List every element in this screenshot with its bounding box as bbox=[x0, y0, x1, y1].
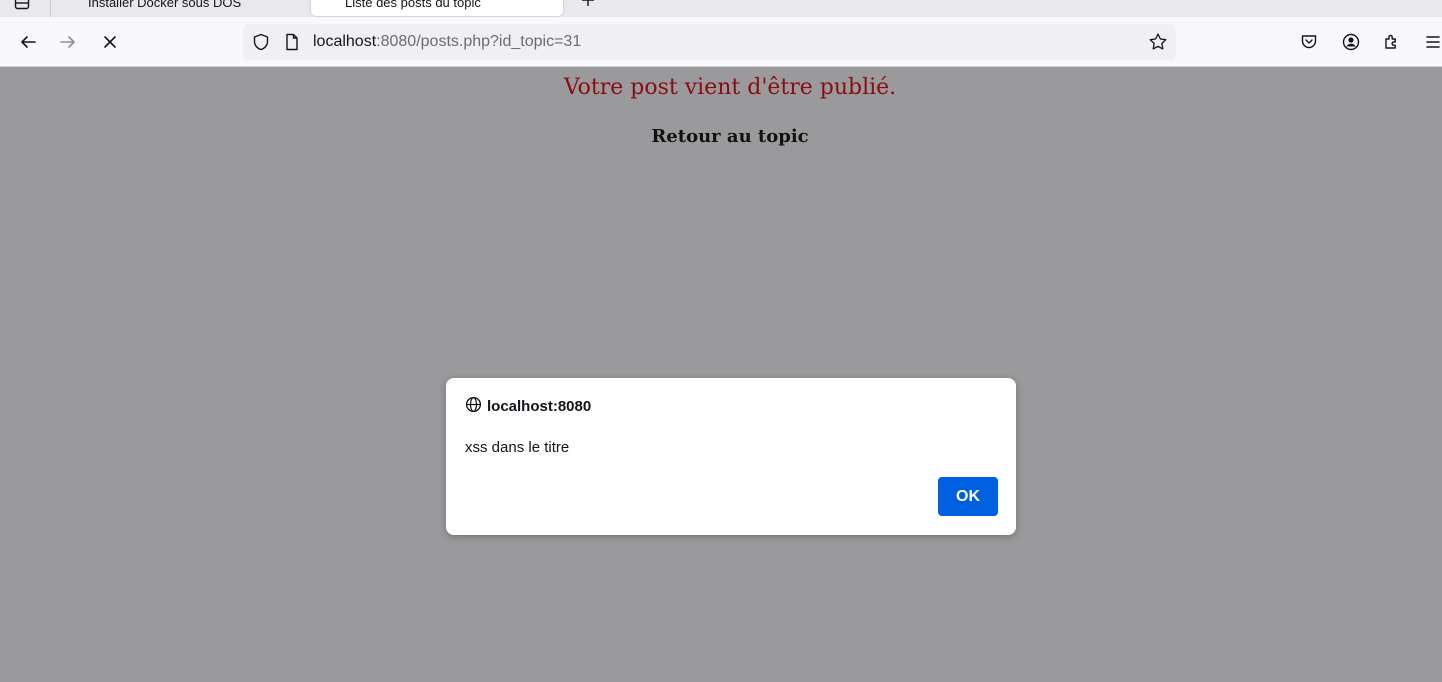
dialog-header: localhost:8080 bbox=[465, 396, 591, 416]
navigation-toolbar: localhost:8080/posts.php?id_topic=31 bbox=[0, 17, 1442, 67]
tab-title: Installer Docker sous DOS bbox=[88, 0, 242, 10]
address-bar[interactable]: localhost:8080/posts.php?id_topic=31 bbox=[243, 24, 1176, 60]
new-tab-icon[interactable] bbox=[578, 0, 598, 10]
page-content: Votre post vient d'être publié. Retour a… bbox=[0, 67, 1442, 682]
app-menu-hamburger-icon[interactable] bbox=[1422, 31, 1442, 53]
url-host: localhost bbox=[313, 33, 377, 50]
ok-button[interactable]: OK bbox=[938, 477, 998, 516]
back-to-topic-link[interactable]: Retour au topic bbox=[651, 126, 808, 147]
tab-strip: Installer Docker sous DOS Liste des post… bbox=[0, 0, 1442, 17]
url-text[interactable]: localhost:8080/posts.php?id_topic=31 bbox=[313, 24, 581, 60]
tab-separator bbox=[50, 0, 51, 17]
url-path: :8080/posts.php?id_topic=31 bbox=[376, 33, 582, 50]
account-icon[interactable] bbox=[1340, 31, 1362, 53]
back-to-topic-container: Retour au topic bbox=[0, 126, 1442, 147]
dialog-origin: localhost:8080 bbox=[487, 397, 592, 415]
tab-title: Liste des posts du topic bbox=[345, 0, 481, 10]
globe-icon bbox=[465, 396, 482, 417]
back-arrow-icon[interactable] bbox=[16, 30, 40, 54]
pocket-icon[interactable] bbox=[1298, 31, 1320, 53]
tracking-protection-shield-icon[interactable] bbox=[252, 33, 270, 56]
extensions-puzzle-icon[interactable] bbox=[1381, 31, 1403, 53]
dialog-message: xss dans le titre bbox=[465, 439, 570, 456]
alert-dialog: localhost:8080 xss dans le titre OK bbox=[446, 378, 1016, 535]
forward-arrow-icon[interactable] bbox=[56, 30, 80, 54]
tab-list-icon[interactable] bbox=[12, 0, 32, 12]
page-info-icon[interactable] bbox=[284, 33, 300, 56]
stop-loading-icon[interactable] bbox=[98, 30, 122, 54]
bookmark-star-icon[interactable] bbox=[1148, 32, 1168, 57]
tab-installer-docker[interactable]: Installer Docker sous DOS bbox=[62, 0, 298, 16]
tab-liste-des-posts[interactable]: Liste des posts du topic bbox=[311, 0, 563, 16]
publish-confirmation-message: Votre post vient d'être publié. bbox=[563, 75, 897, 100]
